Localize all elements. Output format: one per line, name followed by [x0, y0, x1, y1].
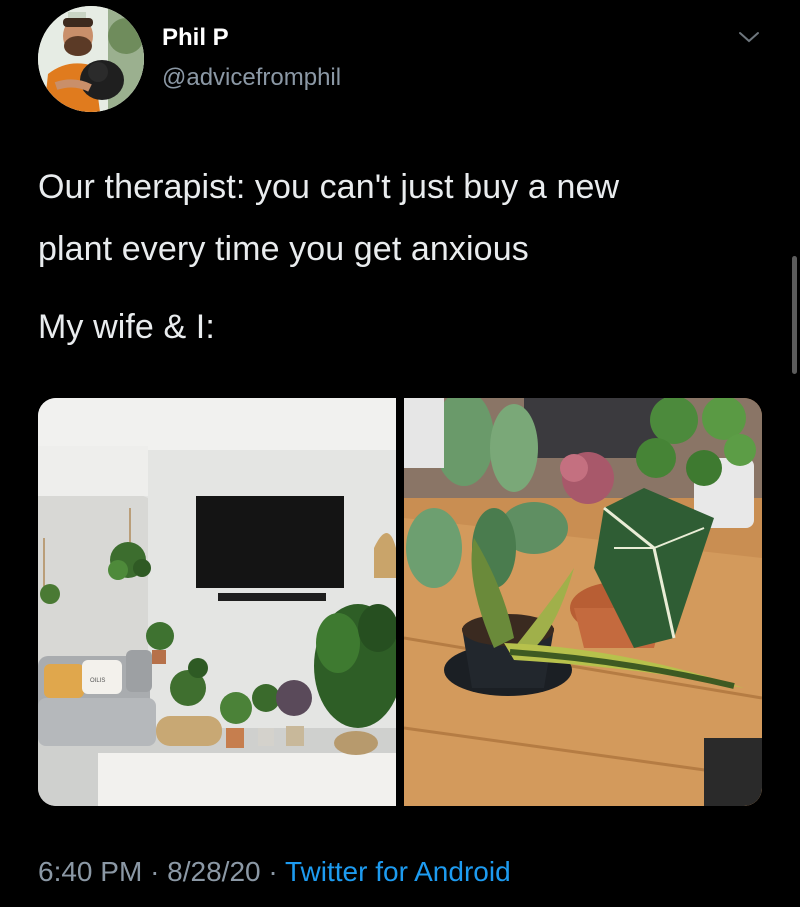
living-room-plants-photo-icon: OILIS — [38, 398, 396, 806]
tweet-media: OILIS — [38, 398, 762, 806]
tweet-meta: 6:40 PM · 8/28/20 · Twitter for Android — [38, 856, 511, 888]
tweet-text-line: plant every time you get anxious — [38, 230, 529, 268]
tweet-text-line: My wife & I: — [38, 308, 215, 346]
author-display-name[interactable]: Phil P — [162, 24, 229, 52]
author-handle[interactable]: @advicefromphil — [162, 64, 341, 92]
tweet: Phil P @advicefromphil Our therapist: yo… — [0, 0, 800, 907]
media-image-potted-plants[interactable] — [404, 398, 762, 806]
tweet-time[interactable]: 6:40 PM — [38, 856, 142, 887]
pillow-text: OILIS — [90, 678, 105, 684]
meta-separator: · — [150, 856, 160, 887]
potted-plants-table-photo-icon — [404, 398, 762, 806]
meta-separator: · — [268, 856, 278, 887]
tweet-text-line: Our therapist: you can't just buy a new — [38, 168, 620, 206]
scrollbar-thumb[interactable] — [792, 256, 797, 374]
chevron-down-icon[interactable] — [738, 30, 760, 44]
tweet-date[interactable]: 8/28/20 — [167, 856, 260, 887]
tweet-source-link[interactable]: Twitter for Android — [285, 856, 511, 887]
avatar[interactable] — [38, 6, 144, 112]
profile-photo-icon — [38, 6, 144, 112]
media-image-living-room[interactable]: OILIS — [38, 398, 396, 806]
